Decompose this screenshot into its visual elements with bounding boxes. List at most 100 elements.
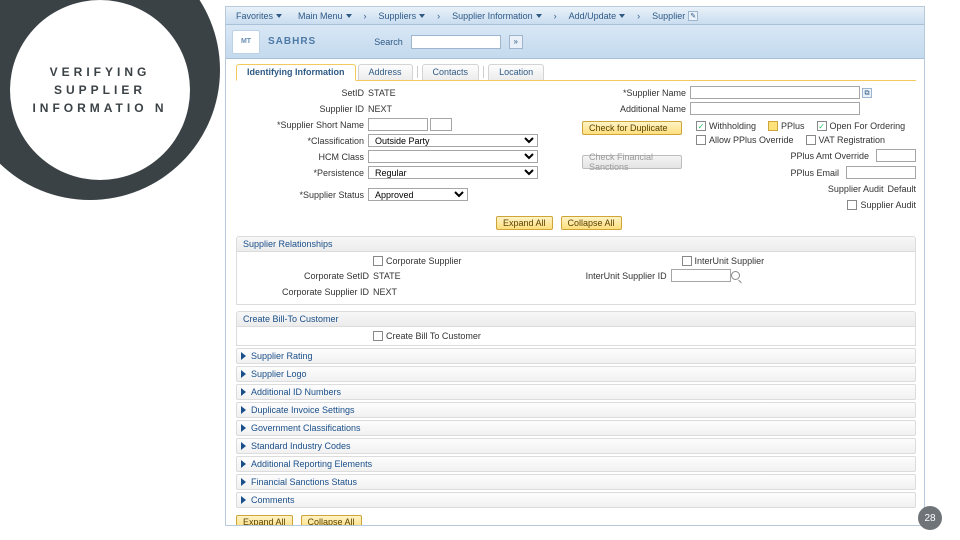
vat-registration-label: VAT Registration <box>819 135 886 145</box>
accordion-additional-reporting-elements[interactable]: Additional Reporting Elements <box>236 456 916 472</box>
short-name-seq-input[interactable] <box>430 118 452 131</box>
expand-all-button-bottom[interactable]: Expand All <box>236 515 293 526</box>
withholding-checkbox[interactable]: ✓ <box>696 121 706 131</box>
create-bill-to-body: Create Bill To Customer <box>236 327 916 346</box>
caret-icon <box>346 14 352 18</box>
accordion-additional-id-numbers[interactable]: Additional ID Numbers <box>236 384 916 400</box>
caret-icon <box>276 14 282 18</box>
triangle-right-icon <box>241 478 246 486</box>
accordion-government-classifications[interactable]: Government Classifications <box>236 420 916 436</box>
interunit-supplier-label: InterUnit Supplier <box>695 256 765 266</box>
app-logo: MT <box>232 30 260 54</box>
caret-icon <box>619 14 625 18</box>
pplus-checkbox[interactable] <box>768 121 778 131</box>
form-left-column: SetIDSTATE Supplier IDNEXT *Supplier Sho… <box>236 85 576 213</box>
tab-location[interactable]: Location <box>488 64 544 80</box>
accordion-financial-sanctions-status[interactable]: Financial Sanctions Status <box>236 474 916 490</box>
supplier-relationships-header[interactable]: Supplier Relationships <box>236 236 916 252</box>
allow-pplus-override-checkbox[interactable] <box>696 135 706 145</box>
accordion-supplier-rating[interactable]: Supplier Rating <box>236 348 916 364</box>
caret-icon <box>419 14 425 18</box>
collapse-all-button[interactable]: Collapse All <box>561 216 622 230</box>
short-name-label: *Supplier Short Name <box>236 120 368 130</box>
global-search-input[interactable] <box>411 35 501 49</box>
supplier-name-input[interactable] <box>690 86 860 99</box>
short-name-input[interactable] <box>368 118 428 131</box>
tab-bar: Identifying Information Address Contacts… <box>236 63 916 81</box>
setid-label: SetID <box>236 88 368 98</box>
pplus-label: PPlus <box>781 121 805 131</box>
supplier-audit-value: Default <box>887 184 916 194</box>
slide-title: VERIFYING SUPPLIER INFORMATIO N <box>28 63 172 117</box>
setid-value: STATE <box>368 88 396 98</box>
triangle-right-icon <box>241 460 246 468</box>
pplus-amt-override-label: PPlus Amt Override <box>790 151 869 161</box>
form-right-column: *Supplier Name⧉ Additional Name Check fo… <box>582 85 916 213</box>
triangle-right-icon <box>241 496 246 504</box>
persistence-select[interactable]: Regular <box>368 166 538 179</box>
check-financial-sanctions-button: Check Financial Sanctions <box>582 155 682 169</box>
pplus-email-input[interactable] <box>846 166 916 179</box>
caret-icon <box>536 14 542 18</box>
open-for-ordering-checkbox[interactable]: ✓ <box>817 121 827 131</box>
additional-name-label: Additional Name <box>582 104 690 114</box>
triangle-right-icon <box>241 370 246 378</box>
breadcrumb-separator: › <box>362 11 369 21</box>
edit-breadcrumb-icon[interactable]: ✎ <box>688 11 698 21</box>
supplier-audit-label: Supplier Audit <box>828 184 884 194</box>
breadcrumb-main-menu[interactable]: Main Menu <box>292 11 358 21</box>
search-label: Search <box>374 37 403 47</box>
breadcrumb-supplier-info[interactable]: Supplier Information <box>446 11 548 21</box>
corporate-supplier-id-label: Corporate Supplier ID <box>243 287 373 297</box>
app-name: SABHRS <box>268 36 316 47</box>
tab-address[interactable]: Address <box>358 64 413 80</box>
breadcrumb-suppliers[interactable]: Suppliers <box>373 11 432 21</box>
supplier-id-label: Supplier ID <box>236 104 368 114</box>
app-window: Favorites Main Menu › Suppliers › Suppli… <box>225 6 925 526</box>
triangle-right-icon <box>241 388 246 396</box>
lookup-icon[interactable] <box>731 271 740 280</box>
interunit-supplier-id-input[interactable] <box>671 269 731 282</box>
tab-identifying-information[interactable]: Identifying Information <box>236 64 356 81</box>
vat-registration-checkbox[interactable] <box>806 135 816 145</box>
allow-pplus-override-label: Allow PPlus Override <box>709 135 794 145</box>
create-bill-to-checkbox[interactable] <box>373 331 383 341</box>
breadcrumb-add-update[interactable]: Add/Update <box>563 11 632 21</box>
global-search-go[interactable]: » <box>509 35 523 49</box>
interunit-supplier-checkbox[interactable] <box>682 256 692 266</box>
page-number: 28 <box>918 506 942 530</box>
open-for-ordering-label: Open For Ordering <box>830 121 906 131</box>
hcm-class-label: HCM Class <box>236 152 368 162</box>
tab-contacts[interactable]: Contacts <box>422 64 480 80</box>
corporate-supplier-checkbox[interactable] <box>373 256 383 266</box>
corporate-supplier-id-value: NEXT <box>373 287 397 297</box>
app-header: MT SABHRS Search » <box>226 25 924 59</box>
additional-name-input[interactable] <box>690 102 860 115</box>
slide-title-badge: VERIFYING SUPPLIER INFORMATIO N <box>0 0 220 200</box>
supplier-status-select[interactable]: Approved <box>368 188 468 201</box>
accordion-supplier-logo[interactable]: Supplier Logo <box>236 366 916 382</box>
supplier-status-label: *Supplier Status <box>236 190 368 200</box>
breadcrumb-supplier[interactable]: Supplier✎ <box>646 11 704 21</box>
accordion-duplicate-invoice-settings[interactable]: Duplicate Invoice Settings <box>236 402 916 418</box>
corporate-setid-value: STATE <box>373 271 401 281</box>
triangle-right-icon <box>241 352 246 360</box>
breadcrumb-favorites[interactable]: Favorites <box>230 11 288 21</box>
supplier-relationships-body: Corporate Supplier InterUnit Supplier Co… <box>236 252 916 305</box>
hcm-class-select[interactable] <box>368 150 538 163</box>
expand-all-button[interactable]: Expand All <box>496 216 553 230</box>
withholding-label: Withholding <box>709 121 756 131</box>
create-bill-to-label: Create Bill To Customer <box>386 331 481 341</box>
interunit-supplier-id-label: InterUnit Supplier ID <box>541 271 671 281</box>
supplier-audit-checkbox[interactable] <box>847 200 857 210</box>
corporate-setid-label: Corporate SetID <box>243 271 373 281</box>
pplus-amt-override-input[interactable] <box>876 149 916 162</box>
create-bill-to-header[interactable]: Create Bill-To Customer <box>236 311 916 327</box>
supplier-name-expand-icon[interactable]: ⧉ <box>862 88 872 98</box>
classification-select[interactable]: Outside Party <box>368 134 538 147</box>
pplus-email-label: PPlus Email <box>790 168 839 178</box>
check-duplicate-button[interactable]: Check for Duplicate <box>582 121 682 135</box>
accordion-standard-industry-codes[interactable]: Standard Industry Codes <box>236 438 916 454</box>
accordion-comments[interactable]: Comments <box>236 492 916 508</box>
collapse-all-button-bottom[interactable]: Collapse All <box>301 515 362 526</box>
